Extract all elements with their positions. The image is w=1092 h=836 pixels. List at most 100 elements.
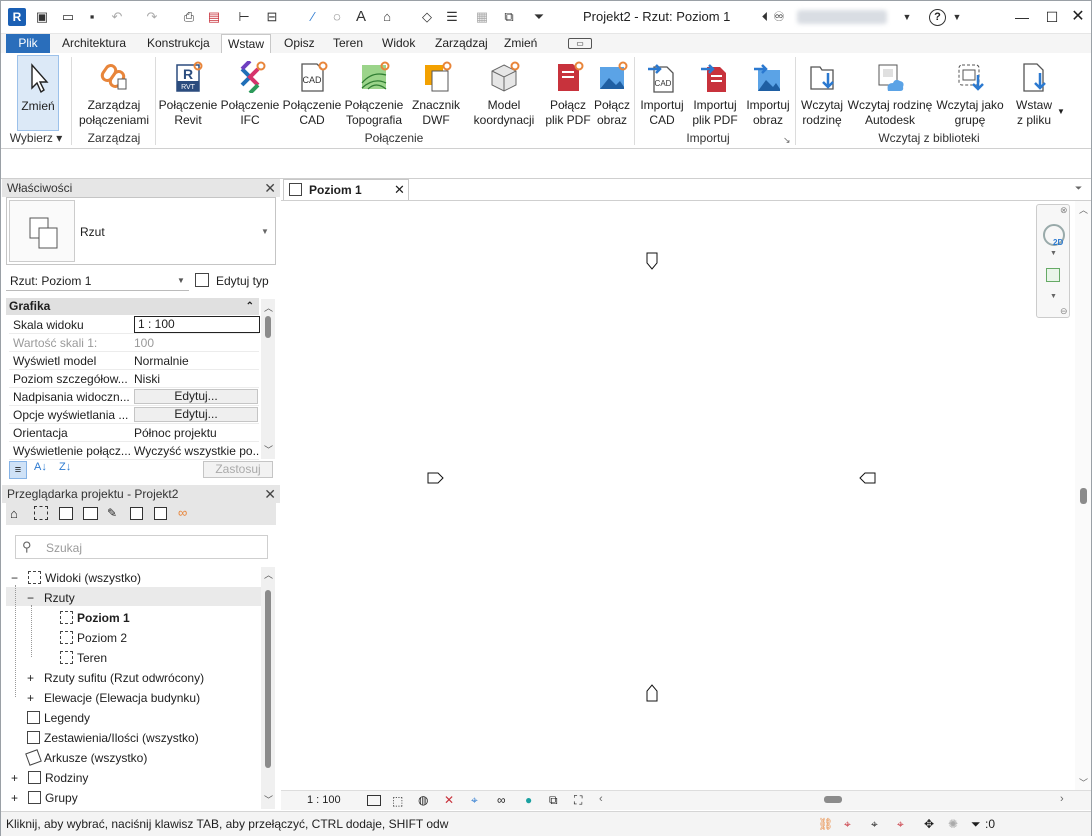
tabs-menu-icon[interactable]: ⏷ [1075, 183, 1082, 194]
tree-item-views[interactable]: − Widoki (wszystko) [11, 570, 141, 586]
close-icon[interactable]: ⊗ [1060, 205, 1068, 216]
vertical-scrollbar[interactable]: ︿ ﹀ [1075, 201, 1091, 791]
link-cad-button[interactable]: CAD Połączenie CAD [281, 55, 343, 131]
spot-icon[interactable]: ◌ [329, 9, 345, 25]
prop-row-orientation[interactable]: Orientacja Północ projektu [9, 424, 259, 442]
temporary-hide-icon[interactable]: ∞ [497, 793, 506, 807]
reveal-hidden-icon[interactable]: ● [525, 793, 532, 807]
group-select[interactable]: Wybierz ▾ [6, 131, 66, 147]
link-ifc-button[interactable]: Połączenie IFC [219, 55, 281, 131]
sun-path-icon[interactable]: ◍ [418, 793, 428, 807]
drag-elements-icon[interactable]: ✥ [924, 812, 934, 836]
apply-button[interactable]: Zastosuj [203, 461, 273, 478]
home-icon[interactable]: ▣ [34, 9, 50, 25]
customize-qat-icon[interactable]: ⏷ [531, 9, 547, 25]
search-input[interactable]: ⚲ Szukaj [15, 535, 268, 559]
account-dropdown-icon[interactable]: ▼ [899, 9, 915, 25]
tab-site[interactable]: Teren [331, 34, 365, 53]
load-family-button[interactable]: Wczytaj rodzinę [798, 55, 846, 131]
manage-links-button[interactable]: Zarządzaj połączeniami [77, 55, 151, 131]
close-icon[interactable]: ✕ [394, 180, 405, 200]
link-revit-button[interactable]: R RVT Połączenie Revit [157, 55, 219, 131]
tree-item-elevations[interactable]: + Elewacje (Elewacja budynku) [27, 690, 200, 706]
properties-scrollbar[interactable]: ︿ ﹀ [261, 299, 275, 459]
type-selector[interactable]: Rzut ▼ [6, 197, 276, 265]
tree-item-level-2[interactable]: Poziom 2 [60, 630, 127, 646]
groups-icon[interactable] [154, 507, 167, 520]
user-account[interactable] [797, 10, 887, 24]
sync-icon[interactable]: ▤ [206, 9, 222, 25]
import-image-button[interactable]: Importuj obraz [743, 55, 793, 131]
tree-item-schedules[interactable]: Zestawienia/Ilości (wszystko) [27, 730, 199, 746]
families-icon[interactable] [130, 507, 143, 520]
chevron-down-icon[interactable]: ▼ [1050, 250, 1057, 257]
view-tab[interactable]: Poziom 1 ✕ [283, 179, 409, 200]
constraints-icon[interactable]: ⛶ [574, 793, 582, 808]
help-dropdown-icon[interactable]: ▼ [949, 9, 965, 25]
select-underlay-icon[interactable]: ⌖ [844, 812, 851, 836]
sort-az-icon[interactable]: A↓ [34, 461, 47, 473]
tree-item-families[interactable]: + Rodziny [11, 770, 88, 786]
tree-item-level-1[interactable]: Poziom 1 [60, 610, 130, 626]
import-cad-button[interactable]: CAD Importuj CAD [637, 55, 687, 131]
load-autodesk-family-button[interactable]: Wczytaj rodzinę Autodesk [847, 55, 933, 131]
instance-selector[interactable]: Rzut: Poziom 1 ▼ [6, 271, 189, 291]
thin-lines-icon[interactable]: ☰ [444, 9, 460, 25]
tab-manage[interactable]: Zarządzaj [433, 34, 490, 53]
select-links-icon[interactable]: ⛓ [818, 812, 833, 836]
switch-windows-icon[interactable]: ⧉ [501, 9, 517, 25]
maximize-button[interactable]: ☐ [1039, 5, 1065, 29]
prop-row-detail-level[interactable]: Poziom szczegółow... Niski [9, 370, 259, 388]
dimension-icon[interactable]: ⊟ [264, 9, 280, 25]
tab-file[interactable]: Plik [6, 34, 50, 53]
text-icon[interactable]: A [353, 9, 369, 25]
close-icon[interactable]: ✕ [264, 179, 276, 197]
undo-icon[interactable]: ↶ [109, 9, 125, 25]
browser-home-icon[interactable]: ⌂ [10, 506, 18, 521]
edit-type-button[interactable]: Edytuj typ [194, 271, 274, 291]
visual-style-icon[interactable]: ⬚ [392, 794, 403, 808]
close-button[interactable]: ✕ [1065, 5, 1091, 29]
import-settings-icon[interactable]: ↘ [783, 135, 791, 146]
prop-row-display-model[interactable]: Wyświetl model Normalnie [9, 352, 259, 370]
legends-icon[interactable] [59, 507, 73, 520]
scroll-left-icon[interactable]: ‹ [599, 793, 603, 805]
3d-view-icon[interactable]: ⌂ [379, 9, 395, 25]
options-icon[interactable]: ⊖ [1060, 306, 1068, 317]
edit-display-button[interactable]: Edytuj... [134, 407, 258, 422]
tab-structure[interactable]: Konstrukcja [145, 34, 212, 53]
link-image-button[interactable]: Połącz obraz [593, 55, 631, 131]
coordination-model-button[interactable]: Model koordynacji [467, 55, 541, 131]
measure-icon[interactable]: ⊢ [236, 9, 252, 25]
tab-architecture[interactable]: Architektura [60, 34, 128, 53]
insert-dropdown-icon[interactable]: ▼ [1057, 107, 1065, 116]
detail-level-icon[interactable] [367, 795, 381, 806]
worksharing-icon[interactable]: ⧉ [549, 793, 558, 808]
close-icon[interactable]: ✕ [264, 485, 276, 503]
insert-from-file-button[interactable]: Wstaw z pliku [1007, 55, 1061, 131]
minimize-button[interactable]: — [1009, 5, 1035, 29]
select-pinned-icon[interactable]: ⌖ [871, 812, 878, 836]
chevron-down-icon[interactable]: ▼ [1050, 293, 1057, 300]
prop-row-scale[interactable]: Skala widoku 1 : 100 [9, 316, 260, 334]
tree-item-legends[interactable]: Legendy [27, 710, 90, 726]
tag-icon[interactable]: ∕ [305, 9, 321, 25]
tree-item-sheets[interactable]: Arkusze (wszystko) [25, 749, 147, 766]
prop-row-link-display[interactable]: Wyświetlenie połącz... Wyczyść wszystkie … [9, 442, 259, 460]
help-icon[interactable]: ? [929, 9, 946, 26]
scale-selector[interactable]: 1 : 100 [307, 794, 341, 806]
schedules-icon[interactable] [83, 507, 98, 520]
browser-scrollbar[interactable]: ︿ ﹀ [261, 567, 275, 809]
edit-vg-button[interactable]: Edytuj... [134, 389, 258, 404]
revit-links-icon[interactable]: ∞ [178, 505, 187, 520]
link-topography-button[interactable]: Połączenie Topografia [343, 55, 405, 131]
tab-modify[interactable]: Zmień [502, 34, 539, 53]
horizontal-scroll-thumb[interactable] [824, 796, 842, 803]
scroll-right-icon[interactable]: › [1060, 793, 1064, 805]
tree-item-ceiling-plans[interactable]: + Rzuty sufitu (Rzut odwrócony) [27, 670, 204, 686]
tree-item-groups[interactable]: + Grupy [11, 790, 78, 806]
filter-icon[interactable]: ⏷ [971, 812, 981, 836]
close-hidden-icon[interactable]: ▦ [474, 9, 490, 25]
zoom-icon[interactable] [1046, 268, 1060, 282]
sort-category-icon[interactable]: ≡ [9, 461, 27, 479]
